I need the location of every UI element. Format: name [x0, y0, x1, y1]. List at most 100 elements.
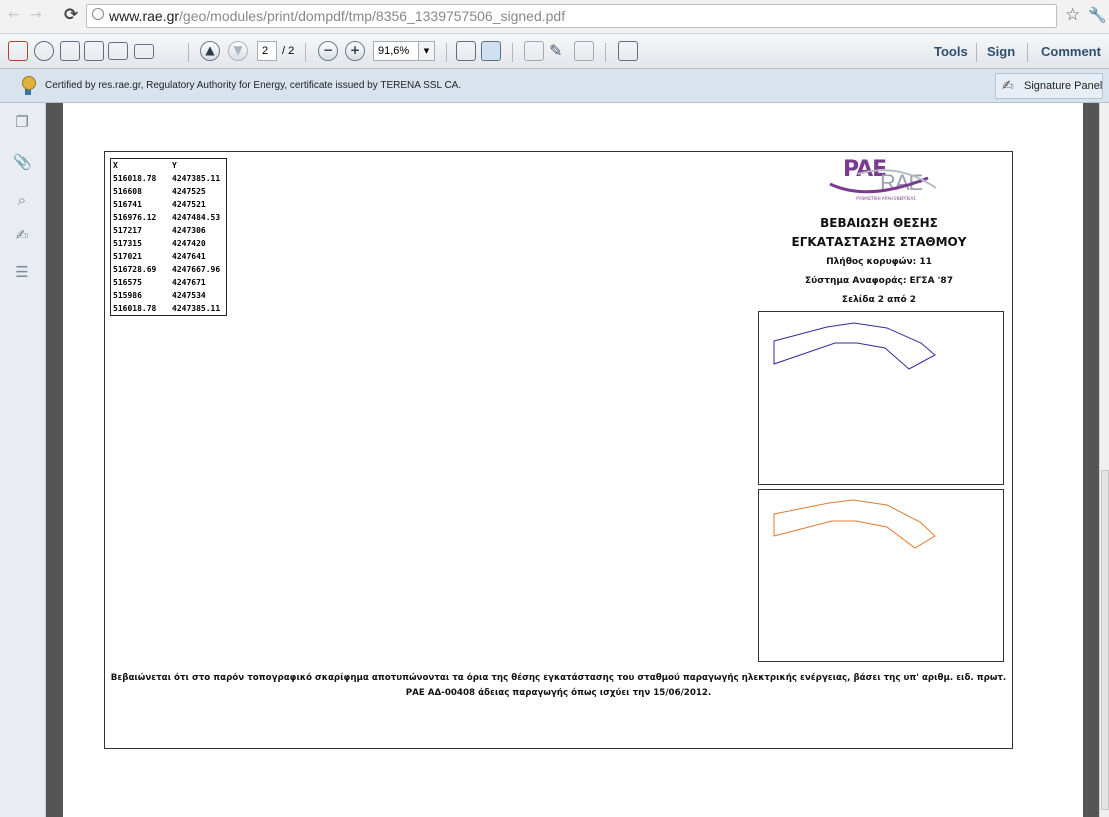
- previous-page-icon[interactable]: ▲: [200, 41, 220, 61]
- coord-x-cell: 516575: [113, 278, 142, 287]
- zoom-input[interactable]: 91,6%: [373, 41, 419, 61]
- table-row: 516728.69 4247667.96: [111, 263, 227, 276]
- polygon-map-orange: [773, 499, 936, 549]
- vertical-scrollbar[interactable]: [1099, 103, 1109, 817]
- table-row: 516018.78 4247385.11: [111, 302, 227, 316]
- coord-y-cell: 4247525: [172, 187, 206, 196]
- reference-system: Σύστημα Αναφοράς: ΕΓΣΑ '87: [805, 276, 953, 286]
- pages-icon[interactable]: ❐: [13, 113, 31, 131]
- zoom-out-icon[interactable]: −: [318, 41, 338, 61]
- wrench-icon[interactable]: 🔧: [1088, 6, 1107, 24]
- signature-panel-button[interactable]: ✍ Signature Panel: [995, 73, 1103, 99]
- logo-subtitle: ΡΥΘΜΙΣΤΙΚΗ ΑΡΧΗ ΕΝΕΡΓΕΙΑΣ: [856, 196, 916, 201]
- table-row: 517315 4247420: [111, 237, 227, 250]
- site-polygon-orange: [773, 499, 936, 549]
- coord-x-cell: 516608: [113, 187, 142, 196]
- polygon-map-blue: [773, 322, 936, 370]
- coord-x-cell: 515986: [113, 291, 142, 300]
- print-icon[interactable]: [108, 42, 128, 60]
- pdf-toolbar: ▲ ▼ 2 / 2 − + 91,6% ▼ ✎ Tools Sign Comme…: [0, 34, 1109, 69]
- zoom-in-icon[interactable]: +: [345, 41, 365, 61]
- edit-icon[interactable]: [60, 41, 80, 61]
- export-icon[interactable]: [34, 41, 54, 61]
- fullscreen-icon[interactable]: [618, 41, 638, 61]
- certificate-title-line1: ΒΕΒΑΙΩΣΗ ΘΕΣΗΣ: [820, 216, 938, 230]
- scrollbar-thumb[interactable]: [1101, 470, 1109, 810]
- page-total-label: / 2: [282, 45, 295, 57]
- table-row: 516976.12 4247484.53: [111, 211, 227, 224]
- footer-statement-line2: ΡΑΕ ΑΔ-00408 άδειας παραγωγής όπως ισχύε…: [405, 688, 712, 698]
- map-box-outline: [758, 311, 1004, 485]
- forward-icon[interactable]: →: [30, 7, 42, 23]
- page-icon: [92, 8, 104, 20]
- coord-y-cell: 4247641: [172, 252, 206, 261]
- fit-page-icon[interactable]: [481, 41, 501, 61]
- url-path: /geo/modules/print/dompdf/tmp/8356_13397…: [179, 8, 566, 24]
- browser-address-bar: ← → ⟳ www.rae.gr/geo/modules/print/dompd…: [0, 0, 1109, 34]
- signatures-icon[interactable]: ✍: [13, 226, 31, 244]
- fit-width-icon[interactable]: [456, 41, 476, 61]
- url-text[interactable]: www.rae.gr/geo/modules/print/dompdf/tmp/…: [109, 8, 565, 24]
- toolbar-separator: [188, 43, 189, 62]
- read-mode-icon[interactable]: [524, 41, 544, 61]
- table-row: 516575 4247671: [111, 276, 227, 289]
- footer-statement-line1: Βεβαιώνεται ότι στο παρόν τοπογραφικό σκ…: [110, 673, 1007, 683]
- coord-y-cell: 4247306: [172, 226, 206, 235]
- column-header-y: Y: [172, 161, 177, 170]
- logo-swoosh: [829, 169, 937, 194]
- toolbar-separator: [512, 43, 513, 62]
- table-row: 515986 4247534: [111, 289, 227, 302]
- coord-y-cell: 4247521: [172, 200, 206, 209]
- coord-y-cell: 4247671: [172, 278, 206, 287]
- url-field[interactable]: www.rae.gr/geo/modules/print/dompdf/tmp/…: [86, 4, 1057, 28]
- column-header-x: X: [113, 161, 118, 170]
- table-row: 517021 4247641: [111, 250, 227, 263]
- coordinates-table: X Y 516018.78 4247385.11 516608 4247525 5167…: [110, 158, 227, 316]
- vertices-count: Πλήθος κορυφών: 11: [826, 257, 932, 267]
- page-info: Σελίδα 2 από 2: [841, 295, 917, 305]
- certificate-ribbon-icon: [22, 76, 36, 90]
- toolbar-separator: [605, 43, 606, 62]
- coord-x-cell: 516741: [113, 200, 142, 209]
- url-host: www.rae.gr: [109, 8, 180, 24]
- coord-x-cell: 517217: [113, 226, 142, 235]
- signature-panel-icon: ✍: [1002, 78, 1014, 94]
- table-row: 517217 4247306: [111, 224, 227, 237]
- create-pdf-icon[interactable]: [8, 41, 28, 61]
- certificate-title-line2: ΕΓΚΑΤΑΣΤΑΣΗΣ ΣΤΑΘΜΟΥ: [791, 235, 967, 249]
- navigation-pane: ❐ 📎 ⌕ ✍ ☰: [0, 103, 46, 817]
- sign-button[interactable]: Sign: [987, 44, 1015, 59]
- certification-text: Certified by res.rae.gr, Regulatory Auth…: [45, 80, 462, 91]
- page-number-input[interactable]: 2: [257, 41, 277, 61]
- site-polygon-blue: [773, 322, 936, 370]
- coord-y-cell: 4247420: [172, 239, 206, 248]
- save-icon[interactable]: [84, 41, 104, 61]
- email-icon[interactable]: [134, 44, 154, 59]
- sign-icon[interactable]: ✎: [549, 41, 569, 61]
- coord-y-cell: 4247385.11: [172, 304, 221, 313]
- coord-y-cell: 4247667.96: [172, 265, 221, 274]
- coord-y-cell: 4247534: [172, 291, 206, 300]
- star-icon[interactable]: ☆: [1065, 5, 1080, 25]
- coord-x-cell: 516018.78: [113, 304, 157, 313]
- attachments-icon[interactable]: 📎: [13, 153, 32, 171]
- layers-icon[interactable]: ☰: [13, 263, 31, 281]
- next-page-icon[interactable]: ▼: [228, 41, 248, 61]
- toolbar-separator: [976, 43, 977, 62]
- coord-x-cell: 517315: [113, 239, 142, 248]
- coord-x-cell: 517021: [113, 252, 142, 261]
- toolbar-separator: [305, 43, 306, 62]
- table-row: 516608 4247525: [111, 185, 227, 198]
- search-icon[interactable]: ⌕: [13, 191, 31, 209]
- coord-x-cell: 516018.78: [113, 174, 157, 183]
- zoom-dropdown-icon[interactable]: ▼: [419, 41, 435, 61]
- back-icon[interactable]: ←: [8, 7, 20, 23]
- reload-icon[interactable]: ⟳: [64, 5, 78, 25]
- tools-button[interactable]: Tools: [934, 44, 968, 59]
- document-icon[interactable]: [574, 41, 594, 61]
- comment-button[interactable]: Comment: [1041, 44, 1101, 59]
- toolbar-separator: [1027, 43, 1028, 62]
- toolbar-separator: [446, 43, 447, 62]
- certification-bar: Certified by res.rae.gr, Regulatory Auth…: [0, 69, 1109, 103]
- table-row: 516741 4247521: [111, 198, 227, 211]
